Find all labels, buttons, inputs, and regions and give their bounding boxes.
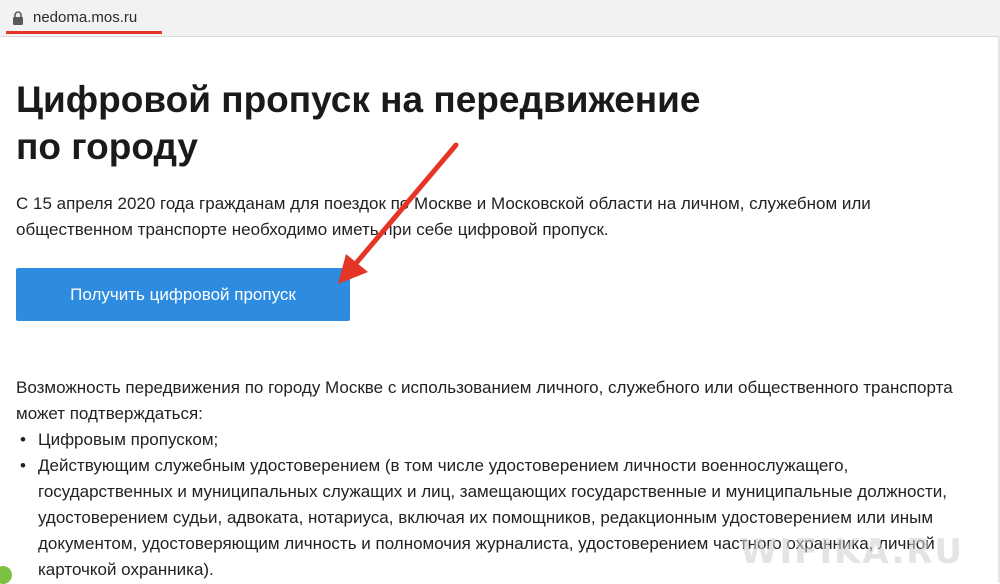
intro-text: С 15 апреля 2020 года гражданам для поез… bbox=[16, 194, 871, 239]
watermark: WIFIKA.RU bbox=[740, 530, 990, 576]
address-bar[interactable]: nedoma.mos.ru bbox=[0, 0, 1000, 37]
bullet-icon: • bbox=[20, 456, 26, 475]
url-text[interactable]: nedoma.mos.ru bbox=[33, 9, 137, 26]
list-item: • Цифровым пропуском; bbox=[16, 427, 976, 453]
page-title: Цифровой пропуск на передвижение по горо… bbox=[16, 76, 776, 170]
get-digital-pass-button[interactable]: Получить цифровой пропуск bbox=[16, 268, 350, 321]
extension-icon bbox=[0, 566, 12, 584]
body-text: Возможность передвижения по городу Москв… bbox=[16, 378, 953, 423]
bullet-icon: • bbox=[20, 430, 26, 449]
list-item-text: Цифровым пропуском; bbox=[38, 430, 219, 449]
watermark-text: WIFIKA.RU bbox=[740, 532, 965, 572]
page-title-line-1: Цифровой пропуск на передвижение bbox=[16, 79, 701, 120]
page-title-line-2: по городу bbox=[16, 126, 198, 167]
lock-icon bbox=[13, 11, 23, 25]
url-highlight-underline bbox=[6, 31, 162, 34]
